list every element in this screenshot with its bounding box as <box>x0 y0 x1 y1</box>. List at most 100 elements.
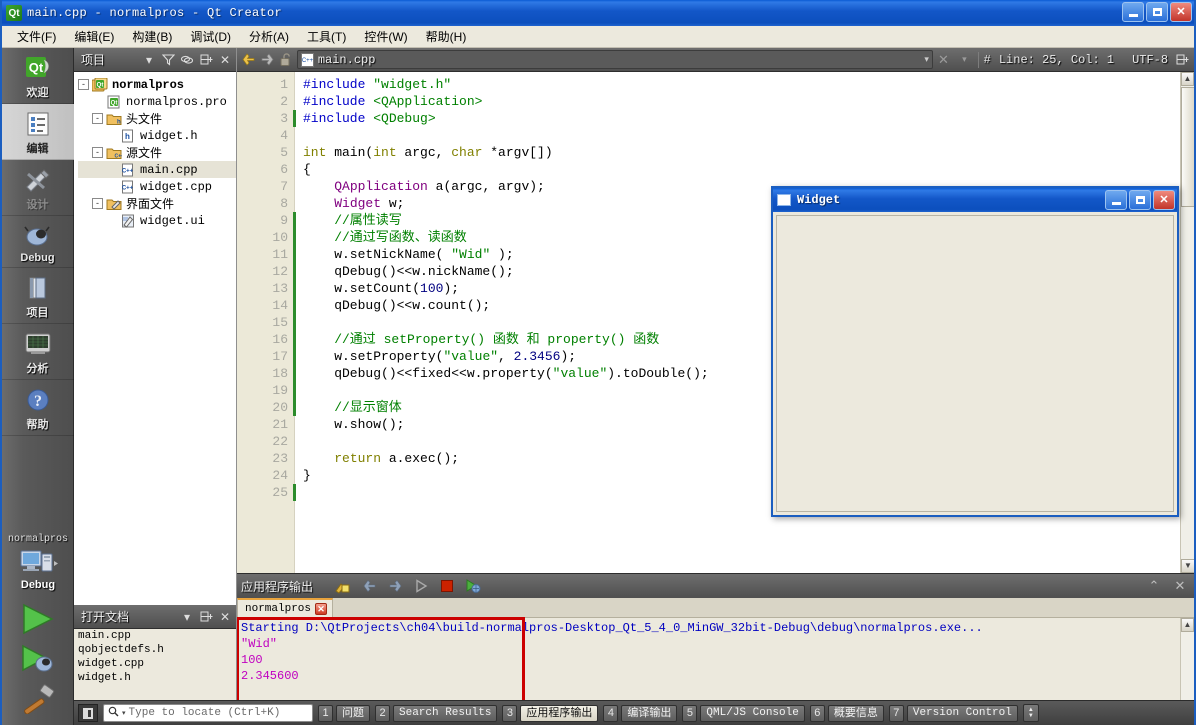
widget-maximize-button[interactable] <box>1129 190 1151 210</box>
menu-window[interactable]: 控件(W) <box>355 26 416 47</box>
gutter-line-number[interactable]: 15 <box>237 314 294 331</box>
output-pane-button--[interactable]: 6 概要信息 <box>809 704 884 722</box>
tree-item-normalpros.pro[interactable]: Qt normalpros.pro <box>78 93 236 110</box>
chevron-up-icon[interactable]: ⌃ <box>1144 576 1164 596</box>
gutter-line-number[interactable]: 20 <box>237 399 294 416</box>
current-file-combo[interactable]: C++ main.cpp ▾ <box>296 50 933 69</box>
mode-analyze[interactable]: 分析 <box>1 324 74 380</box>
close-tab-icon[interactable]: ✕ <box>315 602 328 615</box>
gutter-line-number[interactable]: 3 <box>237 110 294 127</box>
menu-tools[interactable]: 工具(T) <box>298 26 355 47</box>
output-pane-button-qml-js-console[interactable]: 5 QML/JS Console <box>682 704 805 722</box>
gutter-line-number[interactable]: 4 <box>237 127 294 144</box>
open-document-item[interactable]: main.cpp <box>76 630 236 644</box>
gutter-line-number[interactable]: 19 <box>237 382 294 399</box>
scroll-down-arrow-icon[interactable]: ▼ <box>1181 559 1194 573</box>
editor-gutter[interactable]: 12345-6789101112131415161718192021222324… <box>237 72 304 573</box>
tree-item-widget.h[interactable]: h widget.h <box>78 127 236 144</box>
navigate-back-icon[interactable] <box>240 50 257 70</box>
code-line[interactable]: int main(int argc, char *argv[]) <box>303 144 1194 161</box>
tree-item--[interactable]: - h 头文件 <box>78 110 236 127</box>
gutter-line-number[interactable]: 23 <box>237 450 294 467</box>
widget-application-window[interactable]: Widget ✕ <box>771 186 1179 517</box>
widget-close-button[interactable]: ✕ <box>1153 190 1175 210</box>
tree-expander-icon[interactable]: - <box>92 113 103 124</box>
gutter-line-number[interactable]: 16 <box>237 331 294 348</box>
menu-build[interactable]: 构建(B) <box>123 26 181 47</box>
split-editor-icon[interactable] <box>1174 50 1191 70</box>
gutter-line-number[interactable]: 22 <box>237 433 294 450</box>
gutter-line-number[interactable]: 7 <box>237 178 294 195</box>
open-document-item[interactable]: widget.cpp <box>76 658 236 672</box>
chevron-down-icon[interactable]: ▾ <box>924 54 929 65</box>
code-line[interactable]: #include <QDebug> <box>303 110 1194 127</box>
output-pane-button--[interactable]: 4 编译输出 <box>603 704 678 722</box>
tree-item--[interactable]: - C++源文件 <box>78 144 236 161</box>
start-debugging-button[interactable] <box>15 639 61 679</box>
minimize-button[interactable] <box>1122 2 1144 22</box>
previous-item-icon[interactable] <box>359 576 379 596</box>
open-document-item[interactable]: qobjectdefs.h <box>76 644 236 658</box>
gutter-line-number[interactable]: 1 <box>237 76 294 93</box>
output-pane-button--[interactable]: 1 问题 <box>318 704 370 722</box>
close-button[interactable]: ✕ <box>1170 2 1192 22</box>
widget-minimize-button[interactable] <box>1105 190 1127 210</box>
clear-output-icon[interactable] <box>333 576 353 596</box>
scroll-up-arrow-icon[interactable]: ▲ <box>1181 72 1194 86</box>
output-pane-button-version-control[interactable]: 7 Version Control <box>888 704 1018 722</box>
close-icon[interactable]: ✕ <box>1170 576 1190 596</box>
kit-selector[interactable]: normalpros Debug <box>2 534 74 725</box>
gutter-line-number[interactable]: 2 <box>237 93 294 110</box>
unlocked-padlock-icon[interactable] <box>278 50 295 70</box>
menu-analyze[interactable]: 分析(A) <box>240 26 298 47</box>
project-tree[interactable]: - Qt normalpros Qt normalpros.pro - h 头文件 h widge… <box>74 72 236 605</box>
stop-icon[interactable] <box>437 576 457 596</box>
output-pane-button--[interactable]: 3 应用程序输出 <box>502 704 599 722</box>
navigate-forward-icon[interactable] <box>259 50 276 70</box>
toggle-sidebar-icon[interactable] <box>78 704 98 722</box>
tree-item-widget.ui[interactable]: widget.ui <box>78 212 236 229</box>
gutter-line-number[interactable]: 11 <box>237 246 294 263</box>
menu-help[interactable]: 帮助(H) <box>417 26 476 47</box>
open-document-item[interactable]: widget.h <box>76 672 236 686</box>
maximize-button[interactable] <box>1146 2 1168 22</box>
scroll-up-arrow-icon[interactable]: ▲ <box>1181 618 1194 632</box>
code-line[interactable]: #include <QApplication> <box>303 93 1194 110</box>
chevron-down-icon[interactable]: ▾ <box>122 709 126 717</box>
code-line[interactable]: { <box>303 161 1194 178</box>
encoding-indicator[interactable]: UTF-8 <box>1132 53 1168 67</box>
menu-debug[interactable]: 调试(D) <box>181 26 240 47</box>
editor-vertical-scrollbar[interactable]: ▲ ▼ <box>1180 72 1194 573</box>
code-line[interactable] <box>303 127 1194 144</box>
gutter-line-number[interactable]: 9 <box>237 212 294 229</box>
chevron-down-icon[interactable]: ▾ <box>140 51 158 69</box>
symbol-dropdown-icon[interactable]: ▾ <box>956 50 973 70</box>
split-icon[interactable] <box>197 608 215 626</box>
gutter-line-number[interactable]: 21 <box>237 416 294 433</box>
mode-debug[interactable]: Debug <box>1 216 74 268</box>
close-icon[interactable]: ✕ <box>216 608 234 626</box>
tree-item-main.cpp[interactable]: C++ main.cpp <box>78 161 236 178</box>
mode-projects[interactable]: 项目 <box>1 268 74 324</box>
close-editor-icon[interactable]: ✕ <box>935 50 952 70</box>
gutter-line-number[interactable]: 5- <box>237 144 304 161</box>
tree-expander-icon[interactable]: - <box>92 147 103 158</box>
next-item-icon[interactable] <box>385 576 405 596</box>
mode-help[interactable]: ? 帮助 <box>1 380 74 436</box>
mode-welcome[interactable]: Qt 欢迎 <box>1 48 74 104</box>
tree-item--[interactable]: - 界面文件 <box>78 195 236 212</box>
split-icon[interactable] <box>197 51 215 69</box>
filter-icon[interactable] <box>159 51 177 69</box>
gutter-line-number[interactable]: 18 <box>237 365 294 382</box>
menu-edit[interactable]: 编辑(E) <box>65 26 123 47</box>
locator-input[interactable]: ▾ Type to locate (Ctrl+K) <box>103 704 313 722</box>
line-column-indicator[interactable]: Line: 25, Col: 1 <box>999 53 1114 67</box>
gutter-line-number[interactable]: 17 <box>237 348 294 365</box>
gutter-line-number[interactable]: 10 <box>237 229 294 246</box>
run-button[interactable] <box>15 599 61 639</box>
attach-debugger-icon[interactable] <box>463 576 483 596</box>
gutter-line-number[interactable]: 12 <box>237 263 294 280</box>
gutter-line-number[interactable]: 25 <box>237 484 294 501</box>
mode-edit[interactable]: 编辑 <box>1 104 74 160</box>
scroll-thumb[interactable] <box>1181 87 1194 207</box>
